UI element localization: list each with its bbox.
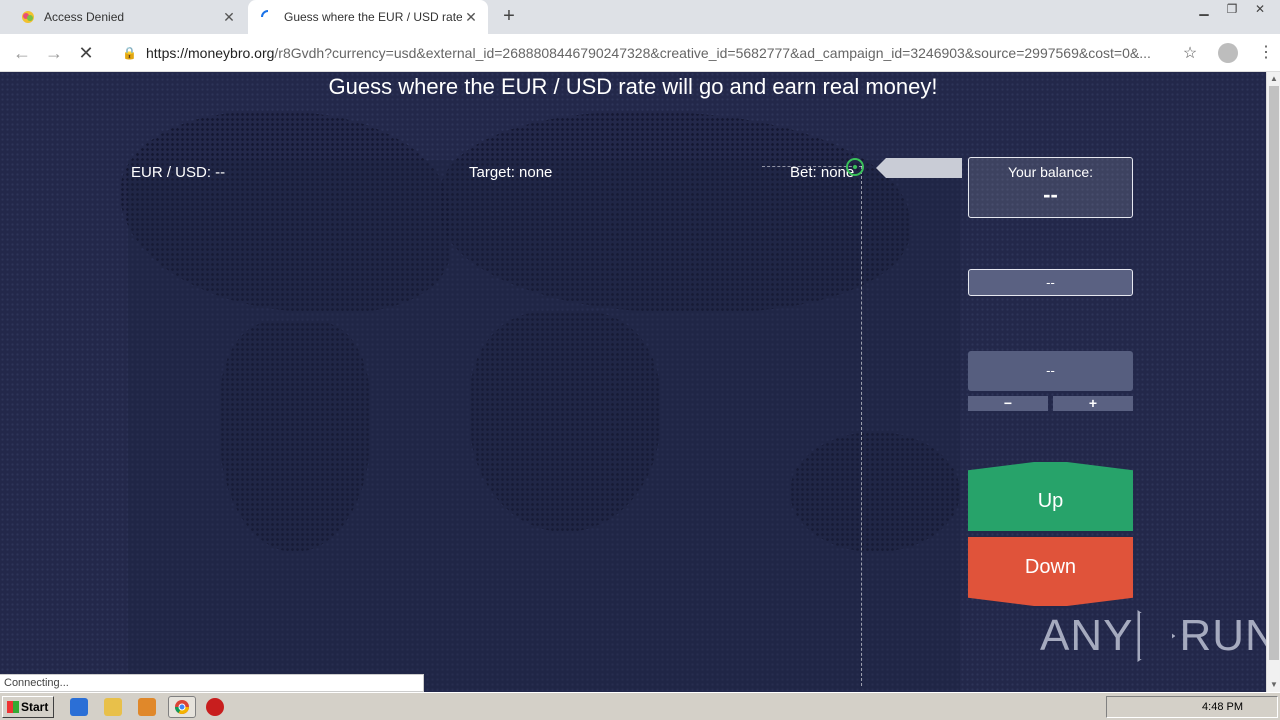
minimize-icon[interactable]: ▁ xyxy=(1192,0,1216,18)
windows-taskbar: Start 4:48 PM xyxy=(0,692,1280,720)
page-headline: Guess where the EUR / USD rate will go a… xyxy=(328,74,938,99)
tab-title: Access Denied xyxy=(44,10,125,24)
target-icon xyxy=(846,158,864,176)
close-window-icon[interactable]: ✕ xyxy=(1248,0,1272,18)
browser-toolbar: ← → ✕ 🔒 https://moneybro.org/r8Gvdh?curr… xyxy=(0,34,1280,72)
explorer-folder-icon[interactable] xyxy=(104,698,122,716)
close-tab-icon[interactable]: ✕ xyxy=(220,9,238,26)
start-button[interactable]: Start xyxy=(2,696,54,718)
scroll-up-icon[interactable]: ▲ xyxy=(1267,72,1280,86)
forward-arrow-icon[interactable]: → xyxy=(42,41,66,65)
up-button[interactable]: Up xyxy=(968,462,1133,531)
loading-spinner-icon xyxy=(261,10,269,18)
tab-access-denied[interactable]: Access Denied ✕ xyxy=(8,0,246,34)
back-arrow-icon[interactable]: ← xyxy=(10,41,34,65)
play-logo-icon xyxy=(1137,610,1176,662)
menu-dots-icon[interactable]: ⋮ xyxy=(1258,43,1274,63)
anyrun-watermark: ANY RUN xyxy=(1040,610,1266,662)
decrease-amount-button[interactable]: − xyxy=(968,396,1048,411)
balance-box: Your balance: -- xyxy=(968,157,1133,218)
lock-icon: 🔒 xyxy=(122,46,137,60)
time-marker-line xyxy=(861,166,862,686)
chrome-icon xyxy=(175,700,189,714)
ie-icon[interactable] xyxy=(70,698,88,716)
scroll-thumb[interactable] xyxy=(1269,86,1279,660)
tab-guess-rate[interactable]: Guess where the EUR / USD rate will ✕ xyxy=(248,0,488,34)
system-tray: 4:48 PM xyxy=(1106,696,1278,718)
down-button[interactable]: Down xyxy=(968,537,1133,606)
target-label: Target: none xyxy=(469,164,553,181)
tab-title: Guess where the EUR / USD rate will xyxy=(284,10,462,24)
status-bubble: Connecting... xyxy=(0,674,424,692)
bet-label: Bet: none xyxy=(790,164,855,181)
tab-strip: Access Denied ✕ Guess where the EUR / US… xyxy=(0,0,1280,34)
watermark-right: RUN xyxy=(1179,611,1266,660)
media-player-icon[interactable] xyxy=(138,698,156,716)
stop-loading-icon[interactable]: ✕ xyxy=(74,41,98,65)
balance-value: -- xyxy=(1043,182,1058,207)
bookmark-star-icon[interactable]: ☆ xyxy=(1178,43,1202,63)
watermark-left: ANY xyxy=(1040,611,1134,660)
window-controls: ▁ ❐ ✕ xyxy=(1188,0,1272,18)
clock: 4:48 PM xyxy=(1202,701,1243,713)
close-tab-icon[interactable]: ✕ xyxy=(462,9,480,26)
scroll-down-icon[interactable]: ▼ xyxy=(1267,678,1280,692)
price-flag-marker xyxy=(876,158,962,178)
restore-icon[interactable]: ❐ xyxy=(1220,0,1244,18)
balance-label: Your balance: xyxy=(1007,164,1094,180)
url-text: https://moneybro.org/r8Gvdh?currency=usd… xyxy=(146,45,1151,61)
pair-rate-label: EUR / USD: -- xyxy=(131,164,226,181)
rate-chart: EUR / USD: -- Target: none Bet: none xyxy=(128,158,962,690)
chrome-taskbar-button[interactable] xyxy=(168,696,196,718)
address-bar[interactable]: 🔒 https://moneybro.org/r8Gvdh?currency=u… xyxy=(112,38,1202,68)
new-tab-button[interactable]: + xyxy=(498,5,520,27)
page-content: Guess where the EUR / USD rate will go a… xyxy=(0,72,1266,692)
increase-amount-button[interactable]: + xyxy=(1053,396,1133,411)
bet-amount-field[interactable]: -- xyxy=(968,351,1133,391)
favicon-icon xyxy=(22,11,34,23)
opera-icon[interactable] xyxy=(206,698,224,716)
vertical-scrollbar[interactable]: ▲ ▼ xyxy=(1266,72,1280,692)
rate-field[interactable]: -- xyxy=(968,269,1133,296)
profile-avatar-icon[interactable] xyxy=(1218,43,1238,63)
